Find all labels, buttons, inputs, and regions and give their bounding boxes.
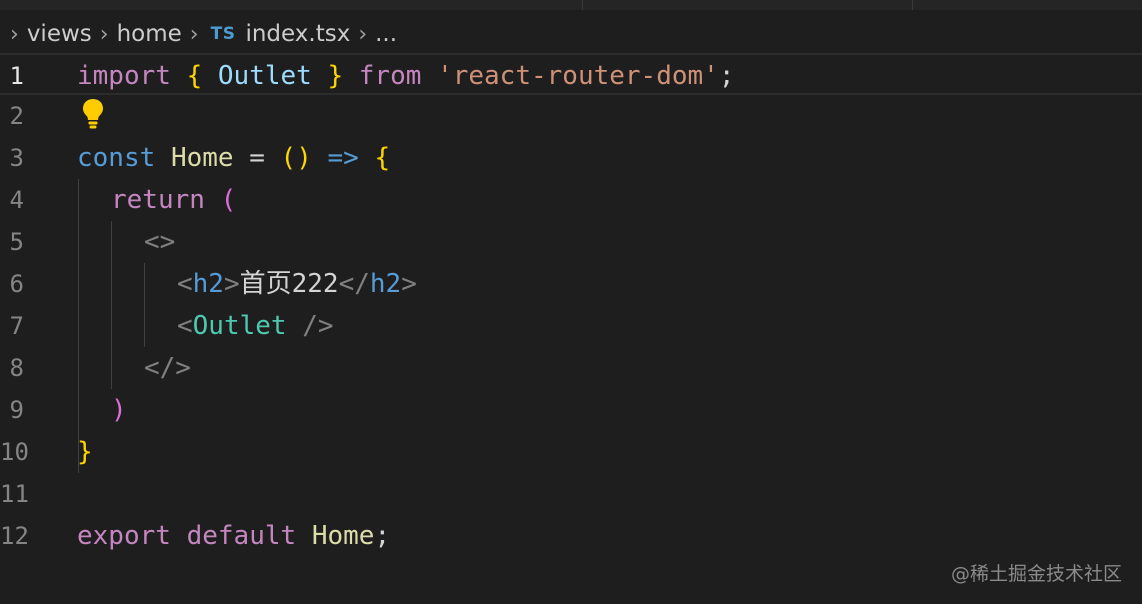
code-text: export default Home; [77, 521, 391, 551]
line-number: 6 [9, 270, 24, 298]
code-text: <h2>首页222</h2> [177, 269, 417, 299]
code-line[interactable]: 4 return ( [0, 179, 1142, 221]
chevron-right-icon: › [189, 21, 199, 47]
line-number: 10 [0, 438, 29, 466]
chevron-right-icon: › [358, 21, 368, 47]
code-text: <> [144, 227, 176, 257]
breadcrumb-item-home[interactable]: home [117, 21, 182, 47]
code-line[interactable]: 7 <Outlet /> [0, 305, 1142, 347]
line-number: 1 [9, 62, 24, 90]
code-text: ) [111, 395, 127, 425]
line-number: 2 [9, 102, 24, 130]
breadcrumb: › views › home › TS index.tsx › ... [0, 14, 1142, 54]
code-line[interactable]: 5 <> [0, 221, 1142, 263]
code-text: } [77, 437, 93, 467]
line-number: 7 [9, 312, 24, 340]
line-number: 4 [9, 186, 24, 214]
code-line[interactable]: 10 } [0, 431, 1142, 473]
tab-separator [912, 0, 913, 10]
code-line[interactable]: 2 [0, 95, 1142, 137]
code-line[interactable]: 3 const Home = () => { [0, 137, 1142, 179]
tab-separator [582, 0, 583, 10]
code-text: </> [144, 353, 191, 383]
code-text: const Home = () => { [77, 143, 391, 173]
code-line[interactable]: 6 <h2>首页222</h2> [0, 263, 1142, 305]
breadcrumb-item-file[interactable]: index.tsx [245, 21, 350, 47]
chevron-right-icon: › [10, 21, 19, 47]
code-line[interactable]: 1 import { Outlet } from 'react-router-d… [0, 53, 1142, 95]
tab-strip [0, 0, 1142, 10]
typescript-file-icon: TS [210, 24, 236, 44]
breadcrumb-ellipsis[interactable]: ... [375, 21, 397, 47]
line-number: 5 [9, 228, 24, 256]
line-number: 11 [0, 480, 29, 508]
breadcrumb-item-views[interactable]: views [27, 21, 92, 47]
code-line[interactable]: 12 export default Home; [0, 515, 1142, 557]
code-editor[interactable]: 1 import { Outlet } from 'react-router-d… [0, 53, 1142, 604]
watermark: @稀土掘金技术社区 [950, 563, 1122, 585]
line-number: 3 [9, 144, 24, 172]
line-number: 9 [9, 396, 24, 424]
lightbulb-icon[interactable] [80, 97, 106, 131]
code-line[interactable]: 8 </> [0, 347, 1142, 389]
code-text: return ( [111, 185, 237, 215]
code-line[interactable]: 9 ) [0, 389, 1142, 431]
code-text: import { Outlet } from 'react-router-dom… [77, 61, 735, 91]
code-line[interactable]: 11 [0, 473, 1142, 515]
chevron-right-icon: › [99, 21, 109, 47]
line-number: 12 [0, 522, 29, 550]
code-text: <Outlet /> [177, 311, 334, 341]
line-number: 8 [9, 354, 24, 382]
